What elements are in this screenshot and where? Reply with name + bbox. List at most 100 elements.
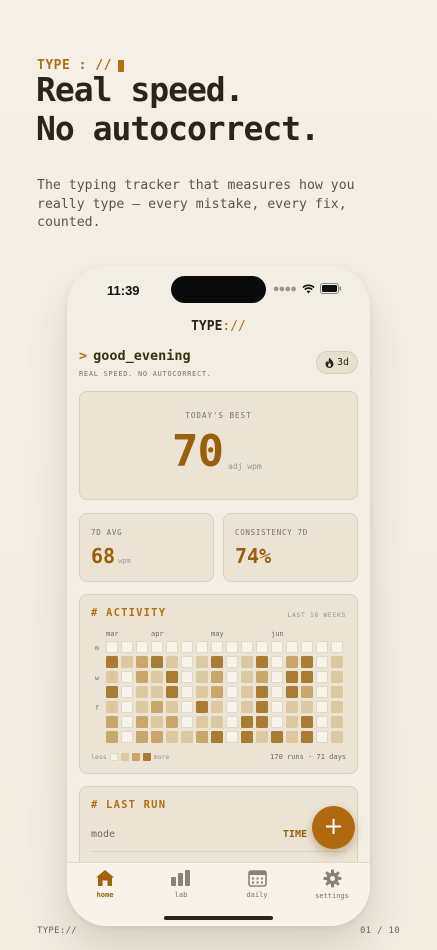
heatmap-cell [121, 731, 133, 743]
activity-heatmap [106, 641, 343, 743]
month-label: apr [151, 630, 164, 638]
heatmap-cell [136, 701, 148, 713]
heatmap-cell [316, 641, 328, 653]
heatmap-cell [196, 686, 208, 698]
signal-icon: ●●●● [273, 284, 297, 293]
heatmap-cell [196, 656, 208, 668]
heatmap-cell [166, 671, 178, 683]
heatmap-cell [286, 641, 298, 653]
heatmap-cell [196, 641, 208, 653]
month-label: jun [271, 630, 284, 638]
battery-icon [320, 283, 342, 294]
greeting-text: good_evening [93, 348, 191, 364]
heatmap-cell [211, 731, 223, 743]
heatmap-cell [121, 671, 133, 683]
heatmap-cell [331, 731, 343, 743]
heatmap-cell [121, 656, 133, 668]
heatmap-cell [286, 701, 298, 713]
heatmap-cell [121, 701, 133, 713]
heatmap-cell [256, 656, 268, 668]
todays-best-label: TODAY'S BEST [185, 411, 252, 420]
heatmap-cell [331, 656, 343, 668]
heatmap-cell [181, 731, 193, 743]
status-bar: 11:39 ●●●● [67, 266, 370, 314]
todays-best-card[interactable]: TODAY'S BEST 70 adj wpm [79, 391, 358, 500]
heatmap-cell [271, 641, 283, 653]
legend-swatch [131, 753, 140, 761]
heatmap-cell [271, 656, 283, 668]
heatmap-cell [226, 731, 238, 743]
consistency-card[interactable]: CONSISTENCY 7D 74% [223, 513, 358, 582]
legend-swatch [120, 753, 129, 761]
heatmap-cell [181, 716, 193, 728]
tab-home[interactable]: home [67, 869, 143, 899]
heatmap-cell [226, 716, 238, 728]
tab-label: lab [174, 891, 188, 899]
mode-value: TIME [282, 829, 307, 840]
heatmap-cell [151, 656, 163, 668]
tab-daily[interactable]: daily [219, 869, 295, 899]
app-title-main: TYPE [191, 319, 223, 334]
home-icon [96, 870, 114, 886]
heatmap-cell [226, 686, 238, 698]
heatmap-cell [211, 641, 223, 653]
heatmap-cell [196, 716, 208, 728]
todays-best-value: 70 [172, 426, 224, 477]
day-label: f [95, 704, 99, 712]
heatmap-cell [331, 671, 343, 683]
heatmap-cell [256, 731, 268, 743]
heatmap-cell [181, 641, 193, 653]
day-label: w [95, 674, 99, 682]
last-run-title: # LAST RUN [91, 799, 167, 811]
heatmap-cell [271, 686, 283, 698]
tab-label: settings [315, 892, 349, 900]
home-indicator [164, 916, 273, 920]
heatmap-cell [106, 656, 118, 668]
phone-mockup: 11:39 ●●●● TYPE:// > good_evening REAL SP… [67, 266, 370, 926]
heatmap-cell [241, 641, 253, 653]
heatmap-cell [166, 731, 178, 743]
heatmap-cell [166, 656, 178, 668]
heatmap-cell [106, 686, 118, 698]
activity-summary: 170 runs · 71 days [270, 753, 346, 761]
streak-value: 3d [336, 357, 350, 368]
tab-lab[interactable]: lab [143, 869, 219, 899]
heatmap-cell [241, 701, 253, 713]
heatmap-cell [226, 656, 238, 668]
new-run-button[interactable]: + [312, 806, 355, 849]
todays-best-unit: adj wpm [228, 462, 262, 471]
heatmap-cell [106, 716, 118, 728]
bar-chart-icon [171, 870, 190, 886]
heatmap-cell [301, 671, 313, 683]
heatmap-cell [316, 656, 328, 668]
heatmap-cell [181, 656, 193, 668]
heatmap-cell [136, 716, 148, 728]
hero-description: The typing tracker that measures how you… [37, 178, 355, 230]
heatmap-cell [136, 671, 148, 683]
app-title: TYPE:// [67, 319, 370, 334]
status-time: 11:39 [107, 283, 140, 298]
heatmap-cell [151, 716, 163, 728]
legend-swatch [142, 753, 151, 761]
tab-settings[interactable]: settings [294, 869, 370, 900]
heatmap-cell [151, 731, 163, 743]
heatmap-cell [211, 716, 223, 728]
heatmap-cell [106, 671, 118, 683]
divider [91, 851, 346, 852]
heatmap-cell [136, 686, 148, 698]
heatmap-cell [256, 701, 268, 713]
avg-unit: wpm [118, 557, 131, 565]
heatmap-cell [151, 701, 163, 713]
activity-card: # ACTIVITY LAST 16 WEEKS mar apr may jun… [79, 594, 358, 774]
heatmap-cell [196, 701, 208, 713]
consistency-value: 74% [235, 544, 272, 568]
tab-label: home [96, 891, 114, 899]
headline-line-1: Real speed. [36, 70, 245, 109]
heatmap-cell [136, 731, 148, 743]
heatmap-cell [301, 701, 313, 713]
streak-badge[interactable]: 3d [316, 351, 358, 374]
seven-day-avg-card[interactable]: 7D AVG 68 wpm [79, 513, 214, 582]
tab-bar: home lab daily settings [67, 862, 370, 926]
month-label: mar [106, 630, 119, 638]
tagline: REAL SPEED. NO AUTOCORRECT. [79, 370, 212, 378]
